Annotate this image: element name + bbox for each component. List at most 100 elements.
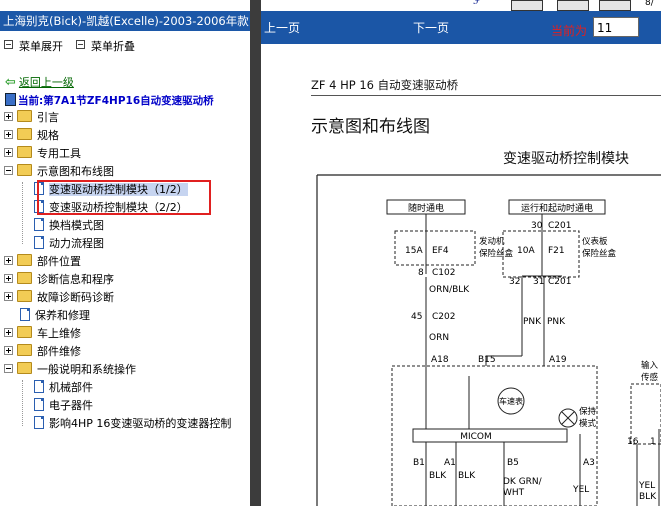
fuse-right-desc-1: 仪表板 bbox=[582, 236, 608, 247]
folder-icon bbox=[17, 344, 32, 356]
current-page-label: 当前为 bbox=[551, 24, 588, 38]
tree-item-specs[interactable]: 规格 bbox=[4, 127, 250, 145]
tree-item-diagnostic-info[interactable]: 诊断信息和程序 bbox=[4, 271, 250, 289]
tree-item-general-description[interactable]: 一般说明和系统操作 bbox=[4, 361, 250, 379]
tree-item-on-vehicle-service[interactable]: 车上维修 bbox=[4, 325, 250, 343]
expand-plus-icon[interactable] bbox=[4, 328, 13, 337]
wire-orn-blk: ORN/BLK bbox=[429, 285, 470, 295]
menu-expand-button[interactable]: 菜单展开 bbox=[4, 38, 63, 54]
toolbar-button-2[interactable] bbox=[557, 0, 589, 11]
collapse-minus-icon[interactable] bbox=[4, 364, 13, 373]
window-title: 上海别克(Bick)-凯越(Excelle)-2003-2006年款 bbox=[0, 11, 250, 31]
folder-icon bbox=[17, 290, 32, 302]
hot-at-all-times-label: 随时通电 bbox=[408, 202, 444, 214]
terminal-b15: B15 bbox=[478, 355, 496, 365]
wiring-diagram: 随时通电 运行和起动时通电 15A EF4 发动机 保险丝盒 8 C102 OR… bbox=[316, 174, 661, 506]
tree-item-label: 影响4HP 16变速驱动桥的变速器控制 bbox=[49, 417, 232, 430]
tree-item-schematics[interactable]: 示意图和布线图 bbox=[4, 163, 250, 181]
toolbar-button-1[interactable] bbox=[511, 0, 543, 11]
wire-orn: ORN bbox=[429, 333, 449, 343]
folder-open-icon bbox=[17, 164, 32, 176]
expand-plus-icon[interactable] bbox=[4, 112, 13, 121]
tree-item-power-flow[interactable]: 动力流程图 bbox=[4, 235, 250, 253]
pin-16: 16 bbox=[627, 437, 639, 447]
toolbar-button-3[interactable] bbox=[599, 0, 631, 11]
folder-icon bbox=[17, 128, 32, 140]
expand-plus-icon[interactable] bbox=[4, 148, 13, 157]
folder-icon bbox=[17, 272, 32, 284]
tree-item-label: 车上维修 bbox=[37, 327, 81, 340]
collapse-minus-icon[interactable] bbox=[4, 166, 13, 175]
tree-guide-line bbox=[22, 182, 23, 244]
terminal-b5: B5 bbox=[507, 458, 519, 468]
back-arrow-icon: ⇦ bbox=[5, 75, 16, 90]
pin-45: 45 bbox=[411, 312, 422, 322]
fuse-right-desc-2: 保险丝盒 bbox=[582, 248, 617, 259]
document-icon bbox=[34, 398, 44, 411]
tree-item-label: 一般说明和系统操作 bbox=[37, 363, 136, 376]
tree-item-label: 保养和修理 bbox=[35, 309, 90, 322]
tree-item-tools[interactable]: 专用工具 bbox=[4, 145, 250, 163]
menu-expand-icon bbox=[4, 40, 13, 49]
prev-page-button[interactable]: 上一页 bbox=[264, 19, 300, 36]
connector-c102: C102 bbox=[432, 268, 455, 278]
document-icon bbox=[34, 218, 44, 231]
wire-blk-1: BLK bbox=[429, 471, 447, 481]
document-icon bbox=[34, 416, 44, 429]
tree-item-dtc-diagnostics[interactable]: 故障诊断码诊断 bbox=[4, 289, 250, 307]
expand-plus-icon[interactable] bbox=[4, 346, 13, 355]
terminal-a18: A18 bbox=[431, 355, 449, 365]
input-sensor-label-2: 传感 bbox=[641, 372, 659, 383]
hot-in-run-start-label: 运行和起动时通电 bbox=[521, 202, 593, 214]
folder-icon bbox=[17, 146, 32, 158]
pin-1: 1 bbox=[650, 437, 656, 447]
menu-collapse-button[interactable]: 菜单折叠 bbox=[76, 38, 135, 54]
wire-pnk-b: PNK bbox=[547, 317, 566, 327]
menu-expand-label: 菜单展开 bbox=[19, 40, 63, 53]
pin-31: 31 bbox=[533, 277, 544, 287]
document-page: ZF 4 HP 16 自动变速驱动桥 示意图和布线图 变速驱动桥控制模块 随时通… bbox=[261, 44, 661, 506]
tree-item-label: 故障诊断码诊断 bbox=[37, 291, 114, 304]
tree-item-intro[interactable]: 引言 bbox=[4, 109, 250, 127]
tree-item-unit-repair[interactable]: 部件维修 bbox=[4, 343, 250, 361]
connector-c201-a: C201 bbox=[548, 221, 571, 231]
expand-plus-icon[interactable] bbox=[4, 130, 13, 139]
back-link-label: 返回上一级 bbox=[18, 76, 74, 89]
expand-plus-icon[interactable] bbox=[4, 256, 13, 265]
fuse-right-name: F21 bbox=[548, 246, 565, 256]
expand-plus-icon[interactable] bbox=[4, 274, 13, 283]
tree-item-control-effects[interactable]: 影响4HP 16变速驱动桥的变速器控制 bbox=[4, 415, 250, 433]
pin-32: 32 bbox=[509, 277, 520, 287]
fuse-left-name: EF4 bbox=[432, 246, 449, 256]
tree-item-shift-pattern[interactable]: 换档模式图 bbox=[4, 217, 250, 235]
tree-item-mechanical[interactable]: 机械部件 bbox=[4, 379, 250, 397]
top-right-page-counter: 8/ bbox=[645, 0, 654, 8]
terminal-a1: A1 bbox=[444, 458, 456, 468]
hold-mode-label-1: 保持 bbox=[579, 406, 597, 417]
folder-icon bbox=[17, 110, 32, 122]
right-wire-blk: BLK bbox=[639, 492, 657, 502]
expand-plus-icon[interactable] bbox=[4, 292, 13, 301]
hold-mode-label-2: 模式 bbox=[579, 418, 597, 429]
page-number-input[interactable]: 11 bbox=[593, 17, 639, 37]
folder-open-icon bbox=[17, 362, 32, 374]
document-icon bbox=[34, 236, 44, 249]
wire-blk-2: BLK bbox=[458, 471, 476, 481]
tree-item-label: 专用工具 bbox=[37, 147, 81, 160]
book-icon bbox=[5, 93, 16, 106]
terminal-a3: A3 bbox=[583, 458, 595, 468]
tree-item-electronic[interactable]: 电子器件 bbox=[4, 397, 250, 415]
tree-item-maintenance[interactable]: 保养和修理 bbox=[4, 307, 250, 325]
fuse-left-amperage: 15A bbox=[405, 246, 423, 256]
terminal-b1: B1 bbox=[413, 458, 425, 468]
back-link[interactable]: ⇦ 返回上一级 bbox=[5, 74, 74, 90]
tree-item-label: 规格 bbox=[37, 129, 59, 142]
tree: 引言 规格 专用工具 示意图和布线图 变速驱动桥控制模块（1/2） 变速驱动桥控… bbox=[4, 109, 250, 433]
panel-splitter[interactable] bbox=[250, 0, 261, 506]
next-page-button[interactable]: 下一页 bbox=[413, 19, 449, 36]
tree-item-component-locations[interactable]: 部件位置 bbox=[4, 253, 250, 271]
wire-yel: YEL bbox=[572, 485, 589, 495]
highlight-box bbox=[37, 180, 211, 215]
input-sensor-label-1: 输入 bbox=[641, 360, 659, 371]
folder-icon bbox=[17, 254, 32, 266]
